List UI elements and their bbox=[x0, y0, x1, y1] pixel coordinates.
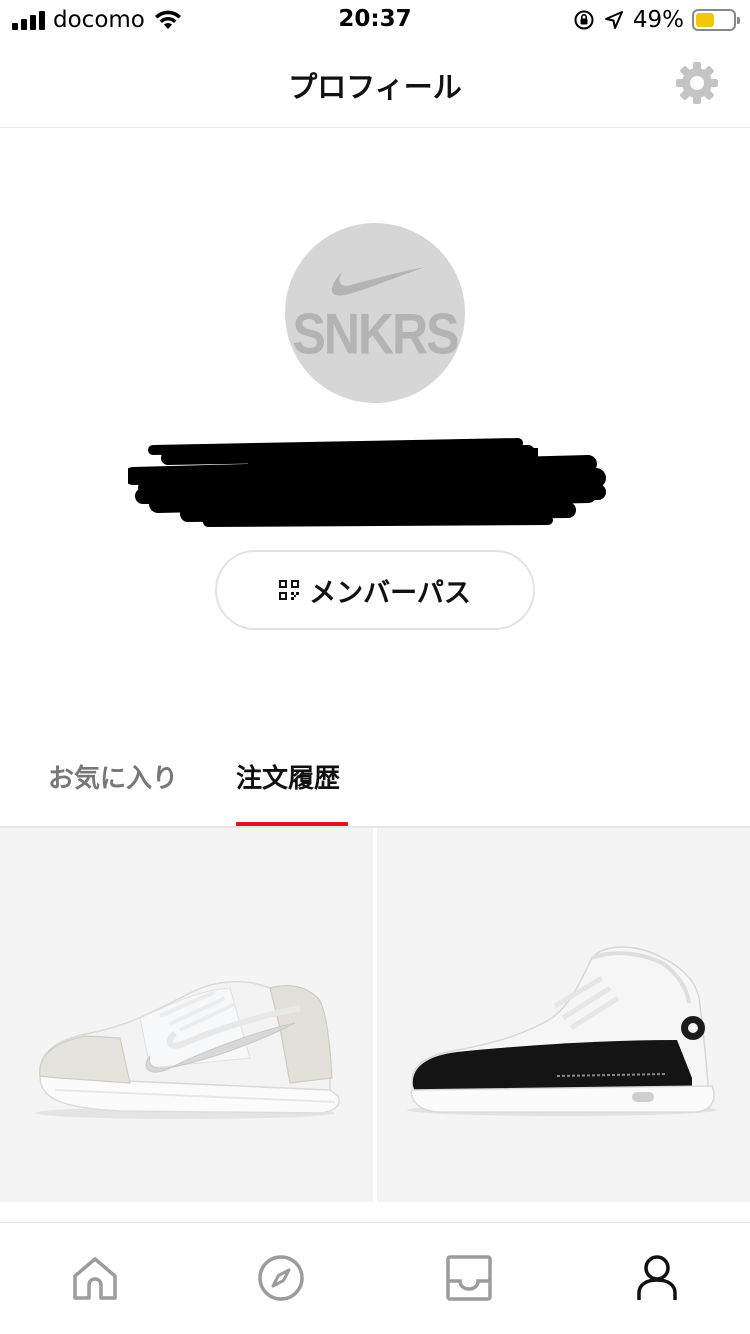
avatar-text: SNKRS bbox=[292, 301, 459, 367]
status-right: 49% bbox=[573, 6, 740, 34]
battery-level bbox=[696, 13, 714, 27]
tabbar-inbox-button[interactable] bbox=[444, 1253, 494, 1303]
tabbar-home-button[interactable] bbox=[70, 1253, 120, 1303]
sneaker-image bbox=[407, 946, 717, 1116]
bottom-tab-bar bbox=[0, 1222, 750, 1334]
redacted-username bbox=[128, 438, 606, 527]
compass-icon bbox=[258, 1255, 304, 1301]
product-card[interactable] bbox=[0, 828, 373, 1202]
product-card[interactable] bbox=[377, 828, 750, 1202]
member-pass-label: メンバーパス bbox=[309, 577, 471, 609]
tab-order-history[interactable]: 注文履歴 bbox=[236, 758, 340, 826]
tabbar-discover-button[interactable] bbox=[256, 1253, 306, 1303]
battery-icon bbox=[692, 9, 740, 31]
sneaker-image bbox=[35, 980, 340, 1119]
page-title: プロフィール bbox=[288, 70, 462, 104]
gear-icon bbox=[676, 62, 718, 104]
settings-button[interactable] bbox=[674, 60, 720, 106]
location-arrow-icon bbox=[604, 11, 623, 29]
status-bar: docomo 20:37 49% bbox=[0, 0, 750, 40]
tab-favorites[interactable]: お気に入り bbox=[48, 758, 178, 826]
home-icon bbox=[73, 1257, 117, 1300]
nav-header: プロフィール bbox=[0, 40, 750, 128]
orientation-lock-icon bbox=[574, 10, 594, 30]
tabbar-profile-button[interactable] bbox=[632, 1253, 682, 1303]
battery-percentage: 49% bbox=[632, 7, 684, 33]
member-pass-button[interactable]: メンバーパス bbox=[215, 550, 535, 630]
swoosh-icon bbox=[331, 267, 425, 296]
avatar[interactable]: SNKRS bbox=[285, 223, 465, 403]
inbox-icon bbox=[446, 1255, 492, 1301]
profile-icon bbox=[637, 1255, 677, 1300]
qr-code-icon bbox=[279, 580, 300, 600]
